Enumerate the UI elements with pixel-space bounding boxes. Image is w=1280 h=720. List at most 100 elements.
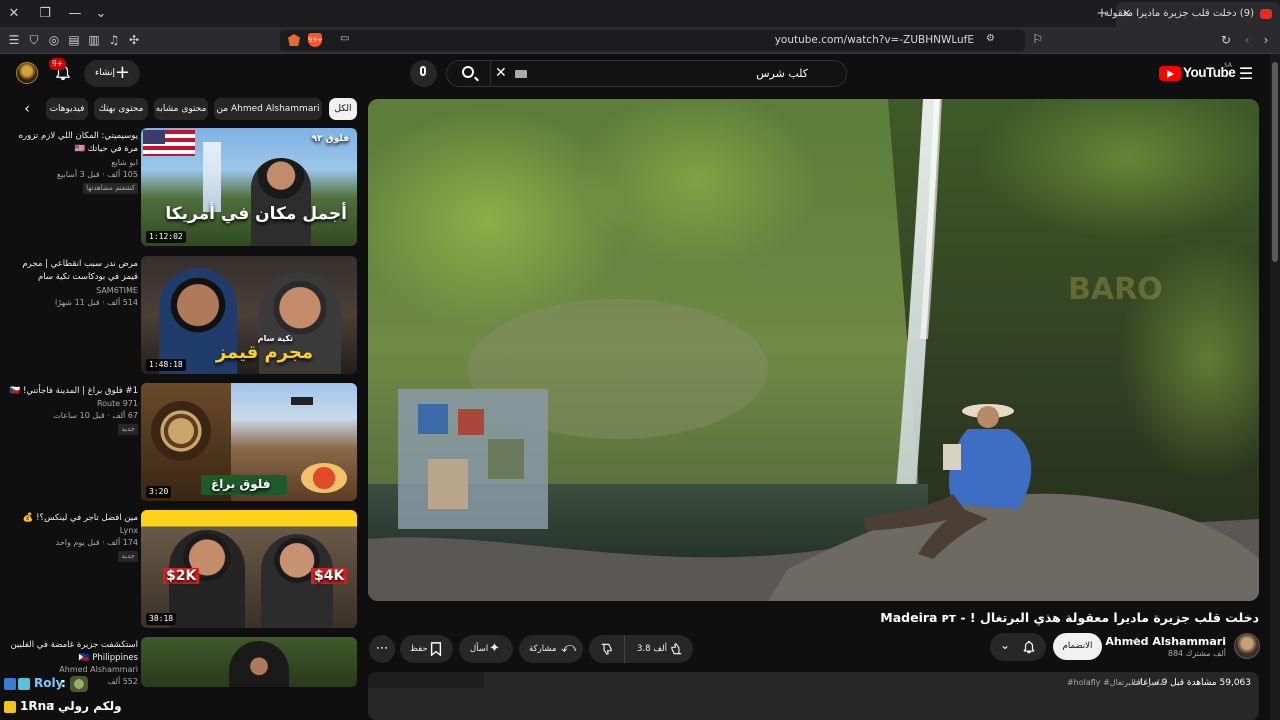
- share-button[interactable]: مشاركة ⤺: [519, 635, 583, 663]
- video-title[interactable]: #1 فلوق براغ | المدينة فاجأتني! 🇨🇿: [8, 385, 138, 398]
- dislike-button[interactable]: [589, 635, 625, 663]
- site-settings-icon[interactable]: ⚙: [986, 33, 995, 44]
- scrollbar-thumb[interactable]: [1272, 62, 1278, 262]
- video-thumbnail[interactable]: $2K $4K: [141, 510, 357, 628]
- chip-all[interactable]: الكل: [329, 98, 357, 120]
- youtube-masthead: 9+ إنشاء + ✕ كلب شرس YouTube SA ☰: [0, 54, 1280, 94]
- keyboard-icon[interactable]: [515, 70, 527, 78]
- join-button[interactable]: الانضمام: [1053, 633, 1102, 660]
- chips-scroll-left-icon[interactable]: ‹: [18, 100, 36, 118]
- reload-icon[interactable]: ↻: [1218, 32, 1234, 48]
- usa-flag-icon: [143, 130, 195, 156]
- like-button[interactable]: 3.8 ألف: [629, 635, 693, 663]
- video-thumbnail[interactable]: أجمل مكان في أمريكا فلوق ٩٢: [141, 128, 357, 246]
- video-duration: 38:18: [146, 613, 177, 625]
- description-box[interactable]: 59,063 مشاهدة قبل 9 ساعات #holafly #مادي…: [368, 672, 1259, 720]
- video-meta: 105 ألف · قبل 3 أسابيع: [56, 170, 138, 179]
- like-count: 3.8 ألف: [637, 644, 667, 654]
- video-duration: 1:48:18: [146, 359, 186, 371]
- channel-watermark: BARO: [1068, 272, 1163, 307]
- video-title-main: دخلت قلب جزيرة ماديرا معقولة هذي البرتغا…: [880, 610, 1259, 625]
- chip-videos[interactable]: فيديوهات: [46, 98, 88, 120]
- share-label: مشاركة: [529, 644, 557, 654]
- channel-avatar[interactable]: [1234, 633, 1260, 659]
- channel-name[interactable]: ابو شايع: [111, 158, 138, 167]
- thumbs-down-icon: [601, 643, 612, 655]
- new-badge: جديد: [118, 424, 138, 435]
- chip-from-channel[interactable]: من Ahmed Alshammari: [214, 98, 322, 120]
- notifications-bell-icon[interactable]: 9+: [49, 58, 74, 83]
- recommendation-item[interactable]: $2K $4K 38:18 مين افضل تاجر في لينكس؟! 💰…: [0, 510, 360, 631]
- search-input[interactable]: كلب شرس: [756, 67, 808, 80]
- chat-emote-icon: [70, 676, 88, 692]
- recommendation-item[interactable]: أجمل مكان في أمريكا فلوق ٩٢ 1:12:02 يوسي…: [0, 128, 360, 249]
- bookmark-save-icon: [430, 642, 442, 656]
- chat-badge-icon: [4, 678, 16, 690]
- channel-name[interactable]: Ahmed Alshammari: [59, 665, 138, 674]
- video-title[interactable]: مين افضل تاجر في لينكس؟! 💰: [8, 512, 138, 525]
- video-title[interactable]: استكشفت جزيرة غامضة في الفلبين 🇵🇭 Philip…: [0, 639, 138, 665]
- wallet-icon[interactable]: ◎: [46, 32, 62, 48]
- account-avatar[interactable]: [16, 62, 38, 84]
- chip-related[interactable]: محتوى مشابه: [154, 98, 208, 120]
- video-meta: 67 ألف · قبل 10 ساعات: [53, 411, 138, 420]
- ask-button[interactable]: اسأل ✦: [459, 635, 513, 663]
- close-window-icon[interactable]: ✕: [4, 4, 24, 24]
- video-title[interactable]: مرض ندر سبب انقطاعي | مجرم قيمز في بودكا…: [8, 258, 138, 284]
- extensions-icon[interactable]: ✣: [126, 32, 142, 48]
- url-text[interactable]: youtube.com/watch?v=-ZUBHNWLufE: [775, 34, 974, 46]
- guide-menu-icon[interactable]: ☰: [1236, 64, 1256, 84]
- channel-name[interactable]: Ahmed Alshammari: [1105, 635, 1226, 648]
- view-count: 105 ألف: [107, 170, 138, 179]
- music-icon[interactable]: ♫: [106, 32, 122, 48]
- thumbnail-subtitle: $4K: [311, 568, 348, 584]
- channel-name[interactable]: SAM6TIME: [96, 286, 138, 295]
- minimize-window-icon[interactable]: —: [65, 4, 85, 24]
- search-box[interactable]: ✕ كلب شرس: [446, 60, 847, 87]
- channel-name[interactable]: Lynx: [120, 526, 138, 535]
- chip-for-you[interactable]: محتوى بهتك: [94, 98, 148, 120]
- channel-name[interactable]: Route 971: [97, 399, 138, 408]
- create-button[interactable]: إنشاء +: [84, 60, 140, 87]
- upload-age: قبل يوم واحد: [55, 538, 100, 547]
- browser-tab-active[interactable]: ✕ (9) دخلت قلب جزيرة ماديرا معقولة: [1104, 2, 1280, 27]
- recommendation-item[interactable]: مجرم قيمز تكية سام 1:48:18 مرض ندر سبب ا…: [0, 256, 360, 377]
- view-count: 552 ألف: [107, 677, 138, 686]
- video-title[interactable]: يوسيميتي: المكان اللي لازم تزوره مرة في …: [8, 130, 138, 156]
- video-thumbnail[interactable]: فلوق براغ: [141, 383, 357, 501]
- search-button[interactable]: [447, 60, 491, 87]
- tab-list-chevron-icon[interactable]: ⌄: [91, 4, 111, 24]
- sidebar-icon[interactable]: ▥: [86, 32, 102, 48]
- menu-icon[interactable]: ☰: [6, 32, 22, 48]
- brave-shield-icon[interactable]: 99+: [308, 33, 323, 47]
- recommendation-item[interactable]: فلوق براغ 3:20 #1 فلوق براغ | المدينة فا…: [0, 383, 360, 504]
- browser-tab-bar: ✕ ❐ — ⌄ + ✕ (9) دخلت قلب جزيرة ماديرا مع…: [0, 0, 1280, 27]
- video-frame: BARO: [368, 99, 1259, 601]
- subscriber-count: 884 ألف مشترك: [1167, 649, 1226, 658]
- tabs-icon[interactable]: ▤: [66, 32, 82, 48]
- video-thumbnail[interactable]: [141, 637, 357, 687]
- bookmark-icon[interactable]: ⚐: [1032, 32, 1043, 46]
- address-bar[interactable]: 99+ ▭ youtube.com/watch?v=-ZUBHNWLufE ⚙ …: [280, 30, 1043, 51]
- subscription-bell-button[interactable]: ⌄: [990, 633, 1046, 661]
- tab-title: (9) دخلت قلب جزيرة ماديرا معقولة: [1104, 8, 1254, 19]
- video-thumbnail[interactable]: مجرم قيمز تكية سام: [141, 256, 357, 374]
- clear-search-icon[interactable]: ✕: [495, 65, 507, 81]
- save-button[interactable]: حفظ: [400, 635, 453, 663]
- voice-search-button[interactable]: [410, 60, 437, 87]
- back-icon[interactable]: ‹: [1239, 32, 1255, 48]
- plus-icon: +: [114, 62, 130, 83]
- view-count: 514 ألف: [107, 298, 138, 307]
- more-actions-icon[interactable]: ⋯: [369, 635, 395, 663]
- page-scrollbar[interactable]: [1270, 54, 1280, 720]
- sparkle-icon: ✦: [489, 641, 500, 656]
- video-hashtags[interactable]: #holafly #ماديرا #البرتغال: [1067, 678, 1164, 687]
- video-player[interactable]: BARO: [368, 99, 1259, 601]
- create-label: إنشاء: [95, 68, 116, 78]
- shield-icon[interactable]: ⛉: [26, 32, 42, 48]
- brave-rewards-icon[interactable]: [288, 34, 300, 46]
- forward-icon[interactable]: ›: [1258, 32, 1274, 48]
- description-shade: [368, 672, 484, 688]
- restore-window-icon[interactable]: ❐: [35, 4, 55, 24]
- picture-in-picture-icon[interactable]: ▭: [340, 33, 349, 44]
